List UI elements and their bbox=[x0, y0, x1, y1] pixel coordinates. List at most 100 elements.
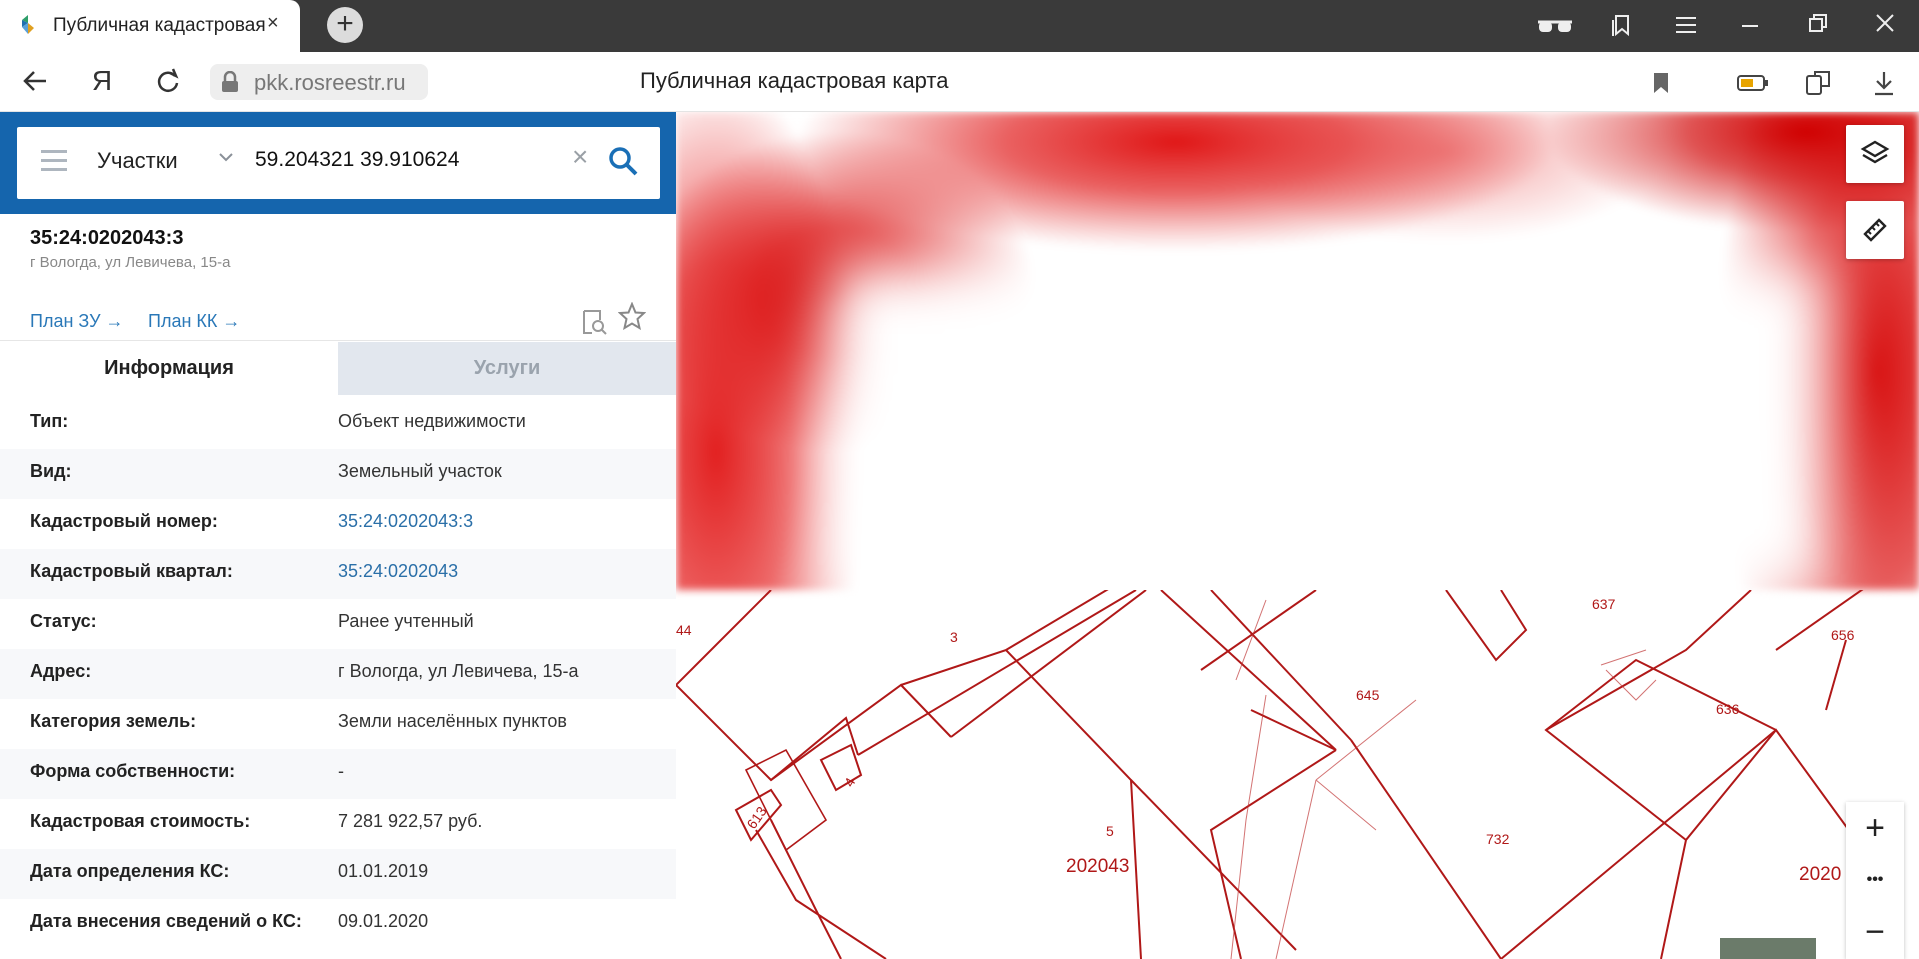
map-label-613: 613 bbox=[743, 803, 770, 831]
row-key: Кадастровая стоимость: bbox=[30, 811, 251, 831]
map-area[interactable]: 44 3 637 656 645 636 4 613 5 732 202043 … bbox=[676, 112, 1919, 959]
info-panel: Участки 59.204321 39.910624 × 35:24:0202… bbox=[0, 112, 700, 959]
parcel-address: г Вологда, ул Левичева, 15-а bbox=[30, 254, 231, 271]
row-key: Вид: bbox=[30, 461, 72, 481]
browser-tab[interactable]: Публичная кадастровая × bbox=[0, 0, 300, 52]
tab-information[interactable]: Информация bbox=[0, 342, 338, 395]
more-button[interactable]: ••• bbox=[1846, 854, 1904, 906]
search-document-icon[interactable] bbox=[580, 308, 608, 336]
chevron-down-icon[interactable] bbox=[217, 147, 235, 167]
row-value: г Вологда, ул Левичева, 15-а bbox=[338, 661, 579, 681]
battery-saver-icon[interactable] bbox=[1737, 74, 1769, 92]
row-key: Кадастровый номер: bbox=[30, 511, 218, 531]
tab-title: Публичная кадастровая bbox=[53, 15, 266, 36]
search-box: Участки 59.204321 39.910624 × bbox=[17, 127, 660, 199]
row-value: - bbox=[338, 761, 344, 781]
map-label-637: 637 bbox=[1592, 596, 1616, 612]
back-arrow-icon[interactable] bbox=[18, 64, 54, 98]
zoom-controls: + ••• − bbox=[1846, 802, 1904, 959]
browser-tab-bar: Публичная кадастровая × + bbox=[0, 0, 1919, 52]
table-row: Вид: Земельный участок bbox=[0, 449, 676, 499]
extensions-icon[interactable] bbox=[1805, 70, 1833, 96]
collections-icon[interactable] bbox=[1610, 14, 1632, 38]
map-label-636: 636 bbox=[1716, 701, 1740, 717]
table-row: Тип: Объект недвижимости bbox=[0, 399, 676, 449]
layers-button[interactable] bbox=[1846, 125, 1904, 183]
bookmark-icon[interactable] bbox=[1652, 72, 1670, 94]
quarter-label: 202043 bbox=[1066, 856, 1129, 877]
layers-icon bbox=[1860, 140, 1890, 164]
tab-services[interactable]: Услуги bbox=[338, 342, 676, 395]
row-key: Дата внесения сведений о КС: bbox=[30, 911, 302, 931]
tab-close-icon[interactable]: × bbox=[267, 12, 279, 35]
cadastral-number-heading: 35:24:0202043:3 bbox=[30, 227, 184, 249]
cadastral-map[interactable]: 44 3 637 656 645 636 4 613 5 732 202043 … bbox=[676, 590, 1901, 959]
row-value: Ранее учтенный bbox=[338, 611, 474, 631]
row-value: 7 281 922,57 руб. bbox=[338, 811, 483, 831]
reader-mode-icon[interactable] bbox=[1536, 16, 1574, 36]
row-value: Объект недвижимости bbox=[338, 411, 526, 431]
url-text: pkk.rosreestr.ru bbox=[254, 70, 406, 95]
search-bar: Участки 59.204321 39.910624 × bbox=[0, 112, 700, 214]
map-label-5: 5 bbox=[1106, 823, 1114, 839]
map-label-656: 656 bbox=[1831, 627, 1855, 643]
ruler-icon bbox=[1863, 218, 1887, 242]
restore-icon[interactable] bbox=[1809, 14, 1827, 32]
table-row: Кадастровый квартал: 35:24:0202043 bbox=[0, 549, 676, 599]
row-key: Статус: bbox=[30, 611, 97, 631]
new-tab-button[interactable]: + bbox=[327, 7, 363, 43]
lock-icon bbox=[222, 71, 238, 92]
table-row: Категория земель: Земли населённых пункто… bbox=[0, 699, 676, 749]
row-key: Адрес: bbox=[30, 661, 92, 681]
row-key: Кадастровый квартал: bbox=[30, 561, 233, 581]
map-label-4: 4 bbox=[841, 775, 859, 790]
table-row: Кадастровый номер: 35:24:0202043:3 bbox=[0, 499, 676, 549]
row-key: Категория земель: bbox=[30, 711, 197, 731]
reload-icon[interactable] bbox=[150, 64, 186, 98]
plan-kk-link[interactable]: План КК → bbox=[148, 311, 240, 332]
table-row: Дата определения КС: 01.01.2019 bbox=[0, 849, 676, 899]
map-label-732: 732 bbox=[1486, 831, 1510, 847]
row-value: Земли населённых пунктов bbox=[338, 711, 567, 731]
url-field[interactable]: pkk.rosreestr.ru bbox=[210, 64, 428, 100]
measure-button[interactable] bbox=[1846, 201, 1904, 259]
table-row: Форма собственности: - bbox=[0, 749, 676, 799]
tabs: Информация Услуги bbox=[0, 342, 676, 395]
search-input[interactable]: 59.204321 39.910624 bbox=[255, 148, 459, 172]
table-row: Адрес: г Вологда, ул Левичева, 15-а bbox=[0, 649, 676, 699]
download-icon[interactable] bbox=[1873, 70, 1895, 96]
hamburger-menu-icon[interactable] bbox=[41, 150, 67, 171]
table-row: Кадастровая стоимость: 7 281 922,57 руб. bbox=[0, 799, 676, 849]
row-key: Тип: bbox=[30, 411, 69, 431]
row-value-link[interactable]: 35:24:0202043:3 bbox=[338, 511, 473, 532]
row-value: 01.01.2019 bbox=[338, 861, 429, 881]
yandex-button[interactable]: Я bbox=[84, 64, 120, 98]
row-value: 09.01.2020 bbox=[338, 911, 429, 931]
layer-select[interactable]: Участки bbox=[97, 148, 178, 174]
row-value-link[interactable]: 35:24:0202043 bbox=[338, 561, 458, 582]
table-row: Статус: Ранее учтенный bbox=[0, 599, 676, 649]
map-label-645: 645 bbox=[1356, 687, 1380, 703]
favorite-star-icon[interactable] bbox=[618, 302, 646, 330]
blurred-map-tiles bbox=[676, 112, 1919, 592]
rosreestr-favicon-icon bbox=[22, 15, 34, 34]
map-label-44: 44 bbox=[676, 622, 692, 638]
zoom-out-button[interactable]: − bbox=[1846, 906, 1904, 958]
close-window-icon[interactable] bbox=[1876, 14, 1894, 32]
divider bbox=[0, 340, 676, 341]
clear-search-icon[interactable]: × bbox=[572, 141, 588, 173]
zoom-in-button[interactable]: + bbox=[1846, 802, 1904, 854]
quarter-label-2: 2020 bbox=[1799, 864, 1841, 885]
basemap-thumbnail[interactable] bbox=[1720, 938, 1816, 959]
table-row: Дата внесения сведений о КС: 09.01.2020 bbox=[0, 899, 676, 949]
minimize-icon[interactable] bbox=[1742, 24, 1758, 28]
page-title: Публичная кадастровая карта bbox=[640, 68, 949, 93]
row-value: Земельный участок bbox=[338, 461, 502, 481]
info-table: Тип: Объект недвижимости Вид: Земельный уча… bbox=[0, 399, 676, 949]
menu-icon[interactable] bbox=[1676, 16, 1696, 34]
search-icon[interactable] bbox=[607, 145, 639, 177]
row-key: Дата определения КС: bbox=[30, 861, 230, 881]
plan-zu-link[interactable]: План ЗУ → bbox=[30, 311, 124, 332]
row-key: Форма собственности: bbox=[30, 761, 236, 781]
map-label-3: 3 bbox=[950, 629, 958, 645]
